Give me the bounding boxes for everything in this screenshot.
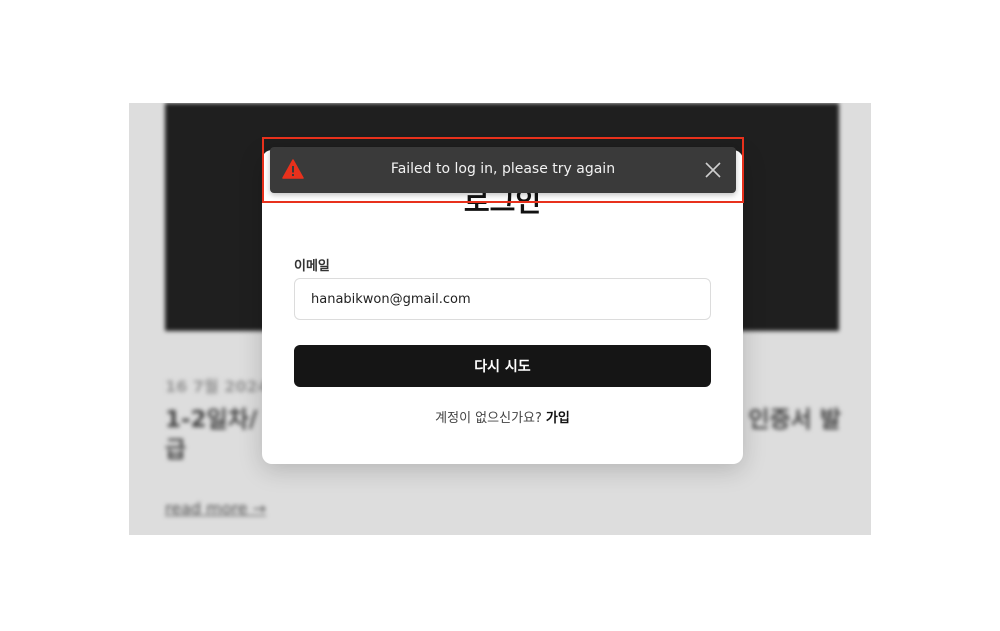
- signup-link[interactable]: 가입: [546, 411, 570, 426]
- retry-button[interactable]: 다시 시도: [294, 345, 711, 387]
- email-label: 이메일: [294, 259, 330, 274]
- screen: 16 7월 2024 1-2일차/ 인증서 발 급 read more → 로그…: [0, 0, 1000, 631]
- signup-row: 계정이 없으신가요? 가입: [262, 407, 743, 426]
- email-field[interactable]: [294, 278, 711, 320]
- error-highlight-box: [262, 137, 744, 203]
- no-account-text: 계정이 없으신가요?: [435, 411, 542, 426]
